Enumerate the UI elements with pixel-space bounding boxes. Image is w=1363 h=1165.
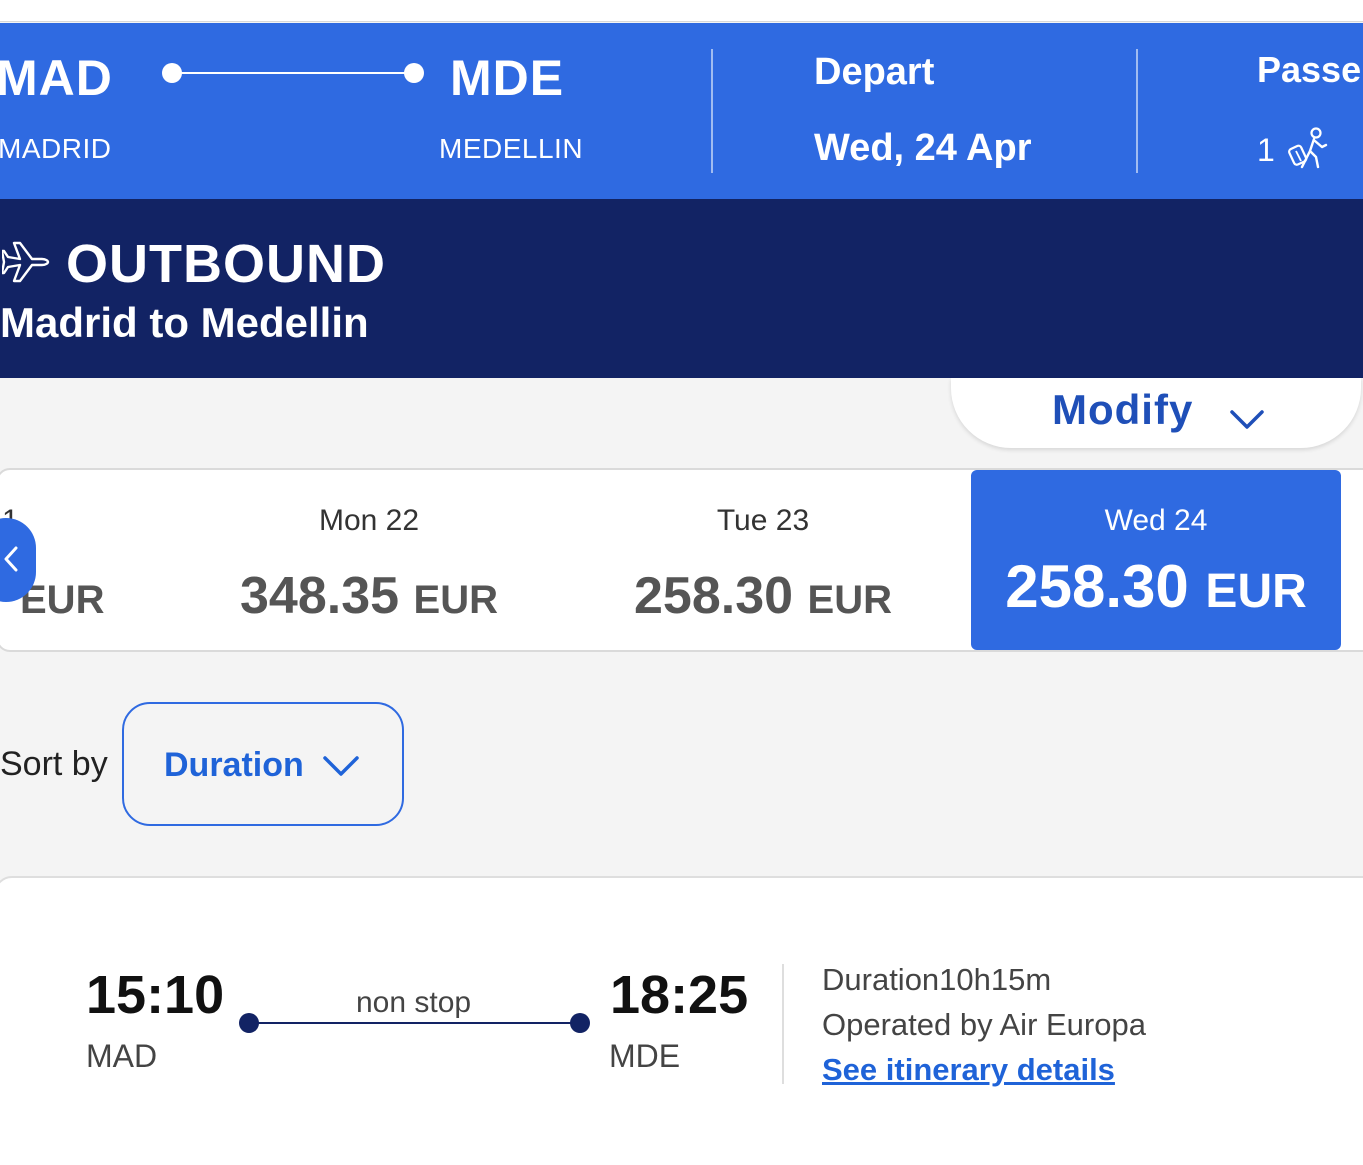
date-price-strip: 1 EUR Mon 22 348.35 EUR Tue 23 258.30 EU… — [0, 468, 1363, 652]
route-destination-dot — [404, 63, 424, 83]
modify-button[interactable]: Modify — [951, 378, 1361, 448]
depart-date: Wed, 24 Apr — [814, 127, 1032, 169]
chevron-left-icon — [4, 546, 18, 572]
flight-duration: Duration10h15m — [822, 962, 1052, 997]
depart-label: Depart — [814, 51, 935, 93]
origin-city: MADRID — [0, 133, 112, 164]
arrival-airport: MDE — [609, 1038, 681, 1074]
destination-city: MEDELLIN — [439, 133, 584, 164]
outbound-title: OUTBOUND — [66, 234, 386, 294]
date-label: Wed 24 — [1104, 504, 1208, 537]
date-option-tue-23[interactable]: Tue 23 258.30 EUR — [566, 470, 960, 650]
top-strip — [0, 0, 1363, 22]
chevron-down-icon — [1230, 410, 1264, 429]
passengers-label: Passe — [1257, 49, 1362, 90]
destination-code: MDE — [450, 50, 565, 106]
flight-result-card[interactable]: 15:10 MAD non stop 18:25 MDE Duration10h… — [0, 876, 1363, 1165]
chevron-down-icon — [323, 756, 359, 776]
origin-code: MAD — [0, 50, 113, 106]
date-label: Tue 23 — [716, 504, 810, 537]
itinerary-details-link[interactable]: See itinerary details — [822, 1052, 1115, 1088]
divider — [782, 964, 784, 1084]
arrival-time: 18:25 — [610, 965, 749, 1025]
date-label: Mon 22 — [318, 504, 420, 537]
sort-value: Duration — [164, 746, 304, 784]
outbound-header: OUTBOUND Madrid to Medellin — [0, 199, 1363, 378]
date-price: 258.30 EUR — [1005, 553, 1307, 620]
search-summary-bar[interactable]: MAD MADRID MDE MEDELLIN Depart Wed, 24 A… — [0, 23, 1363, 199]
date-price: 258.30 EUR — [634, 567, 892, 625]
divider — [1136, 49, 1138, 173]
date-option-mon-22[interactable]: Mon 22 348.35 EUR — [172, 470, 566, 650]
date-option-wed-24[interactable]: Wed 24 258.30 EUR — [971, 470, 1341, 650]
date-price: 348.35 EUR — [240, 567, 498, 625]
stops-label: non stop — [356, 986, 472, 1019]
passengers-count: 1 — [1257, 132, 1275, 168]
plane-icon — [2, 241, 50, 283]
sort-dropdown[interactable]: Duration — [122, 702, 404, 826]
outbound-route: Madrid to Medellin — [0, 299, 369, 346]
operated-by: Operated by Air Europa — [822, 1007, 1146, 1042]
divider — [711, 49, 713, 173]
flight-route-line — [249, 1022, 574, 1024]
sort-label: Sort by — [0, 745, 108, 783]
departure-airport: MAD — [86, 1038, 158, 1074]
departure-time: 15:10 — [86, 965, 225, 1025]
route-line — [172, 72, 414, 74]
arrival-dot — [570, 1013, 590, 1033]
passenger-luggage-icon — [1288, 127, 1328, 169]
modify-label: Modify — [1052, 386, 1194, 433]
